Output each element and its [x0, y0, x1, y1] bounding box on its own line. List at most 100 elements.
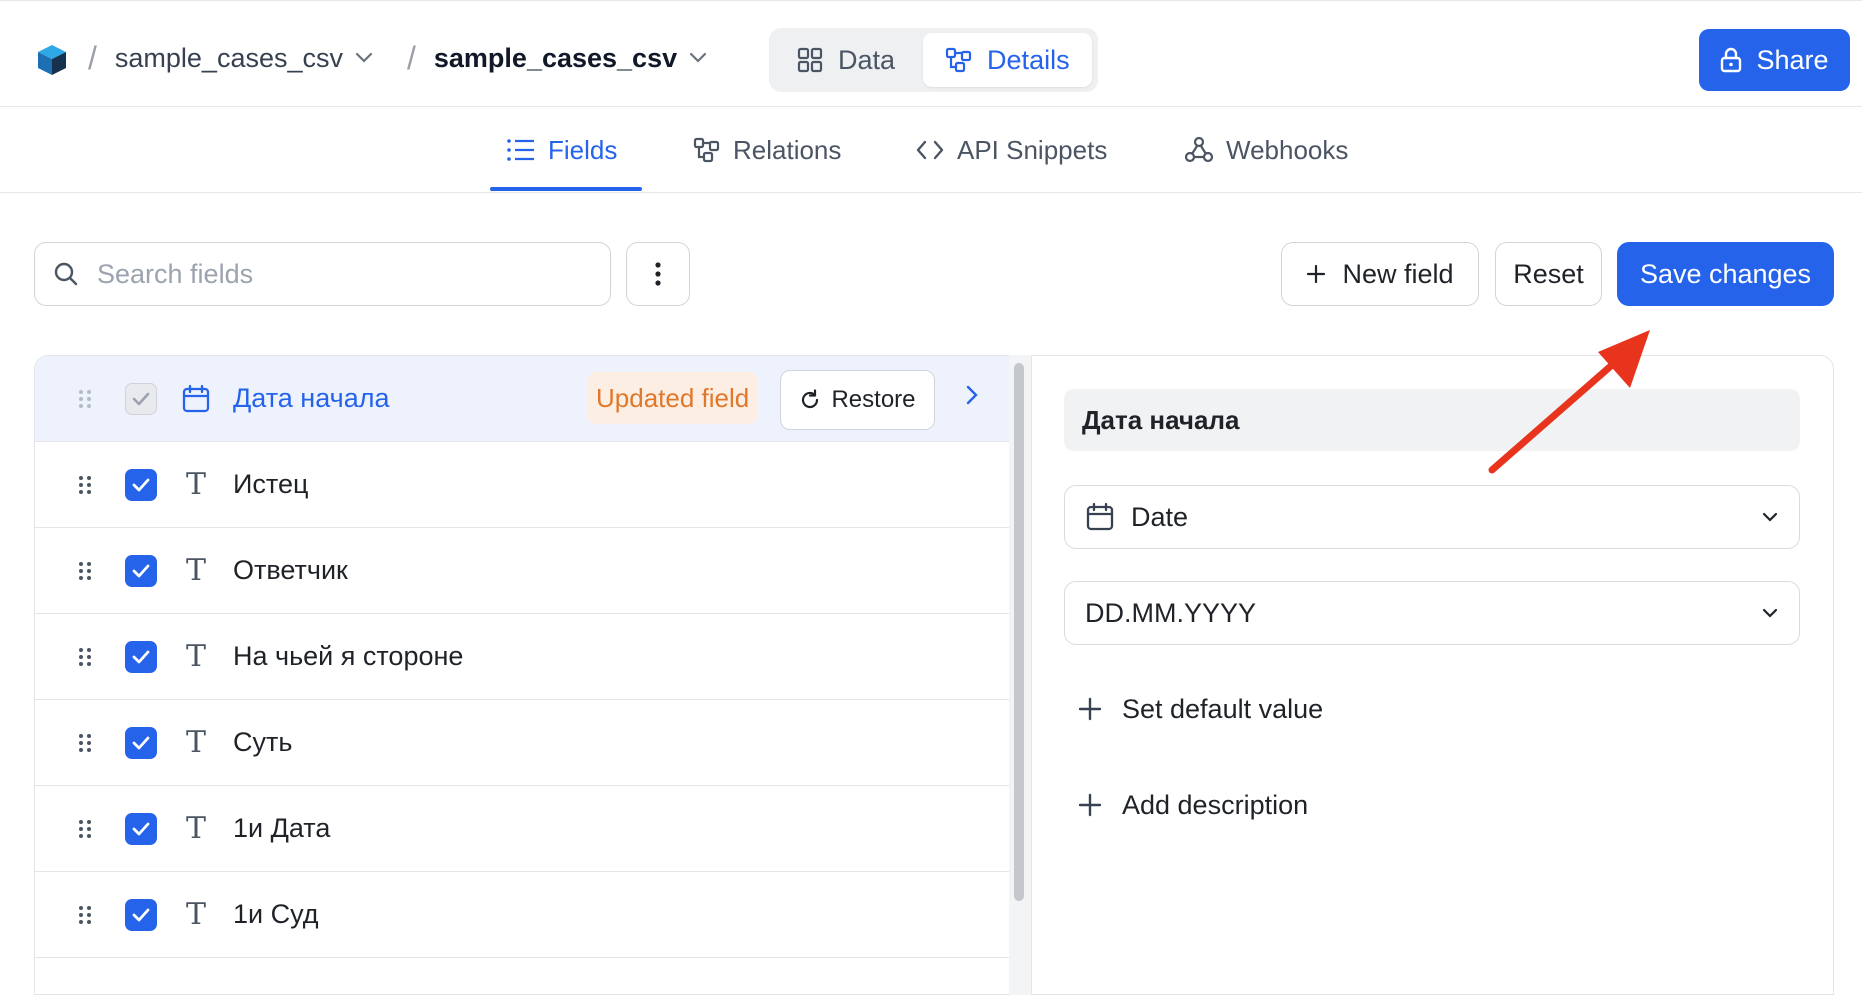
- drag-handle-icon[interactable]: [35, 904, 95, 926]
- save-changes-button[interactable]: Save changes: [1617, 242, 1834, 306]
- text-type-icon: T: [185, 553, 206, 588]
- field-row[interactable]: T 1и Дата: [35, 786, 1009, 872]
- field-name: На чьей я стороне: [233, 641, 464, 671]
- text-type-icon: T: [185, 811, 206, 846]
- view-data-button[interactable]: Data: [774, 33, 917, 87]
- tab-webhooks-label: Webhooks: [1226, 134, 1349, 165]
- field-name-value: Дата начала: [1082, 404, 1240, 435]
- chevron-down-icon[interactable]: [689, 52, 707, 64]
- search-placeholder: Search fields: [97, 258, 254, 289]
- tab-api-snippets[interactable]: API Snippets: [915, 107, 1107, 193]
- reset-button[interactable]: Reset: [1495, 242, 1602, 306]
- field-row[interactable]: T На чьей я стороне: [35, 614, 1009, 700]
- field-name: Ответчик: [233, 555, 348, 585]
- grid-icon: [797, 47, 823, 73]
- field-checkbox[interactable]: [125, 726, 157, 759]
- chevron-down-icon[interactable]: [355, 52, 373, 64]
- plus-icon: [1078, 793, 1102, 817]
- share-button[interactable]: Share: [1699, 29, 1850, 91]
- text-type-icon: T: [185, 897, 206, 932]
- drag-handle-icon[interactable]: [35, 732, 95, 754]
- restore-label: Restore: [831, 386, 916, 413]
- top-bar: / sample_cases_csv / sample_cases_csv Da…: [0, 0, 1862, 107]
- calendar-icon: [1086, 502, 1114, 531]
- field-row[interactable]: Дата начала Updated field Restore: [35, 356, 1009, 442]
- field-row[interactable]: T Ответчик: [35, 528, 1009, 614]
- add-description-button[interactable]: Add description: [1078, 780, 1308, 830]
- save-changes-label: Save changes: [1639, 258, 1812, 289]
- field-name: 1и Дата: [233, 813, 331, 843]
- field-row[interactable]: T Суть: [35, 700, 1009, 786]
- schema-icon: [945, 47, 972, 73]
- field-row[interactable]: T 1и Суд: [35, 872, 1009, 958]
- field-type-value: Date: [1131, 501, 1189, 532]
- set-default-value-label: Set default value: [1122, 693, 1324, 724]
- restore-button[interactable]: Restore: [780, 370, 935, 430]
- check-icon: [132, 478, 150, 491]
- add-description-label: Add description: [1122, 789, 1309, 820]
- list-icon: [507, 139, 534, 161]
- plus-icon: [1307, 264, 1326, 284]
- search-input[interactable]: Search fields: [34, 242, 611, 306]
- view-details-label: Details: [987, 44, 1070, 75]
- view-data-label: Data: [838, 44, 896, 75]
- tab-webhooks[interactable]: Webhooks: [1184, 107, 1348, 193]
- field-type-icon: [179, 384, 213, 414]
- drag-handle-icon[interactable]: [35, 560, 95, 582]
- field-type-select[interactable]: Date: [1064, 485, 1800, 549]
- list-scrollbar-thumb[interactable]: [1014, 363, 1024, 901]
- date-format-select[interactable]: DD.MM.YYYY: [1064, 581, 1800, 645]
- calendar-icon: [182, 384, 210, 412]
- search-icon: [54, 262, 78, 286]
- breadcrumb-table[interactable]: sample_cases_csv: [434, 43, 677, 74]
- check-icon: [132, 822, 150, 835]
- drag-handle-icon[interactable]: [35, 474, 95, 496]
- field-checkbox[interactable]: [125, 812, 157, 845]
- view-toggle: Data Details: [769, 28, 1098, 92]
- drag-handle-icon[interactable]: [35, 388, 95, 410]
- text-type-icon: T: [185, 639, 206, 674]
- field-row[interactable]: T Истец: [35, 442, 1009, 528]
- chevron-down-icon: [1762, 608, 1778, 618]
- drag-handle-icon[interactable]: [35, 646, 95, 668]
- chevron-right-icon[interactable]: [965, 384, 979, 406]
- tab-fields[interactable]: Fields: [506, 107, 617, 193]
- field-name-input[interactable]: Дата начала: [1064, 389, 1800, 451]
- field-detail-panel: [1031, 355, 1834, 995]
- field-checkbox: [125, 382, 157, 415]
- view-details-button[interactable]: Details: [923, 33, 1092, 87]
- field-checkbox[interactable]: [125, 640, 157, 673]
- restore-icon: [802, 389, 819, 409]
- chevron-down-icon: [1762, 512, 1778, 522]
- tab-relations[interactable]: Relations: [693, 107, 841, 193]
- relations-icon: [693, 137, 720, 163]
- field-name: Суть: [233, 727, 293, 757]
- breadcrumb-base[interactable]: sample_cases_csv: [115, 43, 343, 74]
- breadcrumb: / sample_cases_csv / sample_cases_csv: [88, 35, 707, 81]
- check-icon: [132, 736, 150, 749]
- lock-icon: [1721, 47, 1742, 73]
- set-default-value-button[interactable]: Set default value: [1078, 684, 1323, 734]
- text-type-icon: T: [185, 467, 206, 502]
- plus-icon: [1078, 697, 1102, 721]
- breadcrumb-separator: /: [407, 39, 416, 76]
- more-options-button[interactable]: [626, 242, 690, 306]
- new-field-button[interactable]: New field: [1281, 242, 1479, 306]
- date-format-value: DD.MM.YYYY: [1085, 597, 1257, 628]
- share-label: Share: [1756, 44, 1829, 75]
- field-checkbox[interactable]: [125, 468, 157, 501]
- code-icon: [916, 140, 944, 160]
- drag-handle-icon[interactable]: [35, 818, 95, 840]
- kebab-menu-icon: [655, 262, 661, 286]
- field-checkbox[interactable]: [125, 898, 157, 931]
- field-name: Дата начала: [233, 383, 390, 413]
- updated-field-badge: Updated field: [588, 372, 758, 424]
- tab-api-snippets-label: API Snippets: [957, 134, 1108, 165]
- field-name: Истец: [233, 469, 309, 499]
- reset-label: Reset: [1513, 258, 1584, 289]
- field-name: 1и Суд: [233, 899, 319, 929]
- new-field-label: New field: [1342, 258, 1454, 289]
- field-checkbox[interactable]: [125, 554, 157, 587]
- text-type-icon: T: [185, 725, 206, 760]
- app-logo-icon[interactable]: [36, 43, 68, 77]
